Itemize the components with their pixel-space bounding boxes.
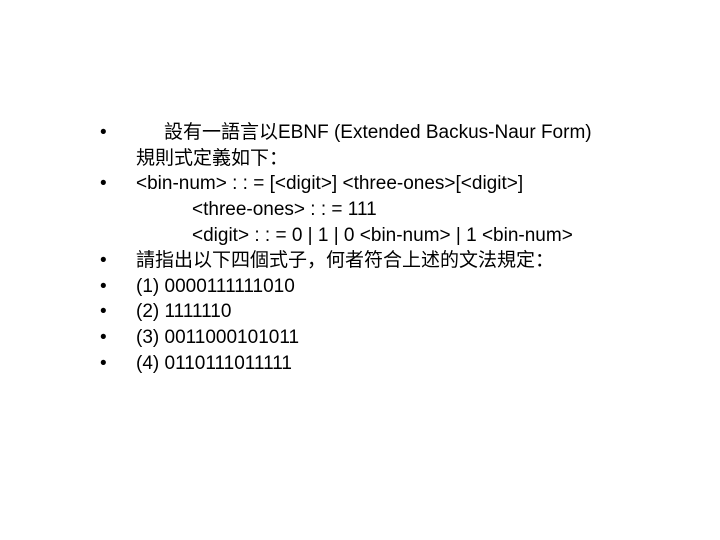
text-line: 規則式定義如下：: [136, 146, 660, 172]
text-line: 設有一語言以EBNF (Extended Backus-Naur Form): [136, 120, 660, 146]
grammar-line: <three-ones> : : = 111: [136, 197, 660, 223]
text-line: (4) 0110111011111: [136, 351, 660, 377]
grammar-line: <digit> : : = 0 | 1 | 0 <bin-num> | 1 <b…: [136, 223, 660, 249]
bullet-list: 設有一語言以EBNF (Extended Backus-Naur Form) 規…: [100, 120, 660, 376]
text-line: (1) 0000111111010: [136, 274, 660, 300]
list-item: (1) 0000111111010: [100, 274, 660, 300]
slide: 設有一語言以EBNF (Extended Backus-Naur Form) 規…: [0, 0, 720, 540]
list-item: 設有一語言以EBNF (Extended Backus-Naur Form) 規…: [100, 120, 660, 171]
list-item: 請指出以下四個式子，何者符合上述的文法規定：: [100, 248, 660, 274]
list-item: (4) 0110111011111: [100, 351, 660, 377]
list-item: <bin-num> : : = [<digit>] <three-ones>[<…: [100, 171, 660, 248]
text-line: 請指出以下四個式子，何者符合上述的文法規定：: [136, 248, 660, 274]
list-item: (3) 0011000101011: [100, 325, 660, 351]
grammar-line: <bin-num> : : = [<digit>] <three-ones>[<…: [136, 171, 660, 197]
list-item: (2) 1111110: [100, 299, 660, 325]
text-line: (3) 0011000101011: [136, 325, 660, 351]
text-line: (2) 1111110: [136, 299, 660, 325]
